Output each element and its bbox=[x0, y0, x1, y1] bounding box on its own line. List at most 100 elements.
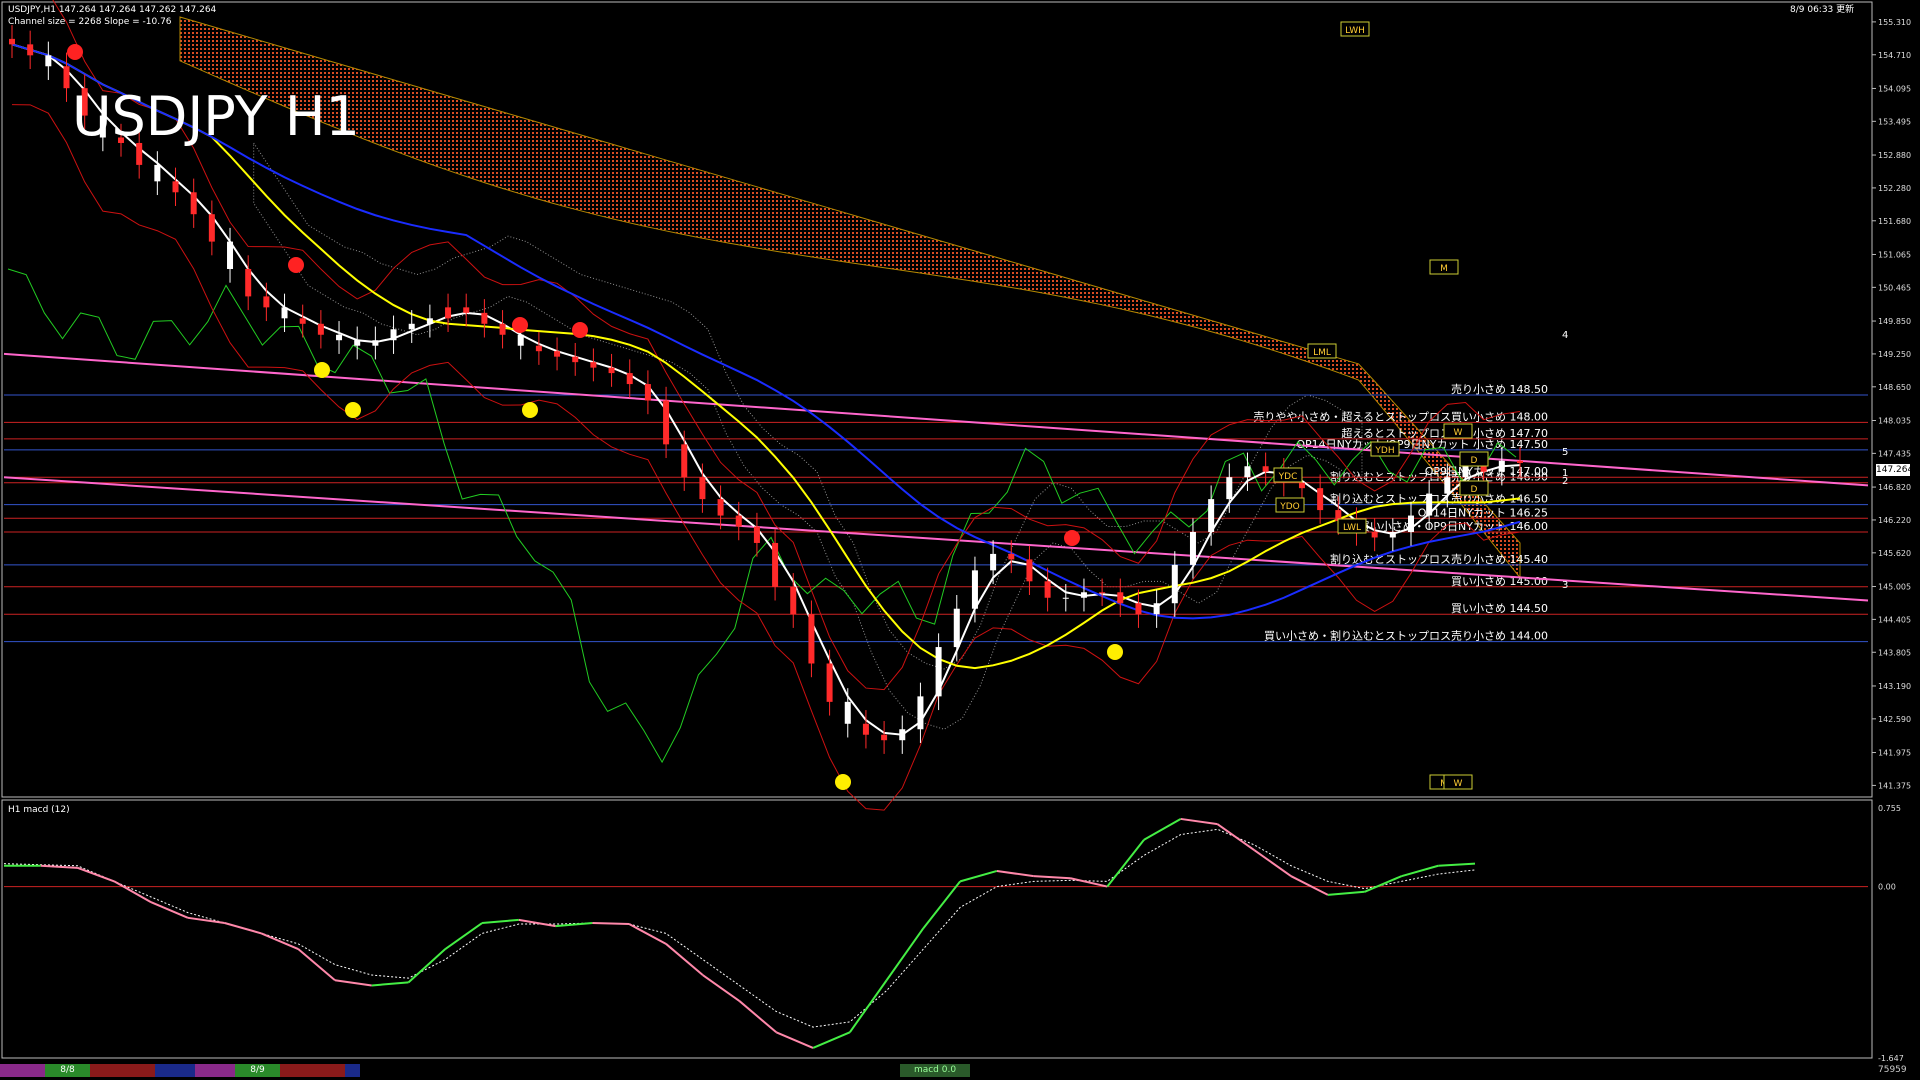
price-level-tag: 売り小さめ 148.50 bbox=[1451, 383, 1548, 396]
arrow-down-icon bbox=[572, 322, 588, 338]
timeline-segment bbox=[345, 1064, 360, 1077]
candle-body bbox=[1371, 532, 1378, 538]
candle-body bbox=[917, 696, 924, 730]
arrow-down-icon bbox=[288, 257, 304, 273]
candle-body bbox=[608, 367, 615, 374]
candle-body bbox=[1462, 466, 1469, 478]
candle-body bbox=[299, 318, 306, 324]
candle-body bbox=[590, 362, 597, 368]
candle-body bbox=[63, 66, 70, 89]
candle-body bbox=[172, 181, 179, 193]
timeline-segment-date-2[interactable]: 8/9 bbox=[235, 1064, 280, 1077]
arrow-up-icon bbox=[522, 402, 538, 418]
arrow-down-icon bbox=[1064, 530, 1080, 546]
timeline-segment bbox=[155, 1064, 195, 1077]
price-tick-label: 142.590 bbox=[1878, 715, 1911, 724]
candle-body bbox=[463, 307, 470, 313]
timeline-segment-date-1[interactable]: 8/8 bbox=[45, 1064, 90, 1077]
candle-body bbox=[808, 614, 815, 664]
arrow-down-icon bbox=[512, 317, 528, 333]
candle-body bbox=[1062, 597, 1069, 599]
price-tick-label: 150.465 bbox=[1878, 283, 1911, 292]
candle-body bbox=[27, 44, 34, 56]
candle-body bbox=[372, 340, 379, 346]
candle-body bbox=[1208, 499, 1215, 532]
price-level-tag: 買い小さめ 144.50 bbox=[1451, 602, 1548, 615]
candle-body bbox=[971, 570, 978, 609]
arrow-up-icon bbox=[314, 362, 330, 378]
price-tick-label: 153.495 bbox=[1878, 117, 1911, 126]
candle-body bbox=[1298, 482, 1305, 489]
candle-body bbox=[1099, 592, 1106, 594]
candle-body bbox=[354, 340, 361, 346]
price-tick-label: 151.065 bbox=[1878, 250, 1911, 259]
price-tick-label: 149.250 bbox=[1878, 350, 1911, 359]
candle-body bbox=[1244, 466, 1251, 478]
macd-panel-title: H1 macd (12) bbox=[8, 805, 70, 815]
chart-window: 155.310 154.710 154.095 153.495 152.880 152.2… bbox=[1, 0, 1911, 1063]
price-tick-label: 143.190 bbox=[1878, 682, 1911, 691]
channel-number: 4 bbox=[1562, 330, 1568, 341]
candle-body bbox=[572, 356, 579, 363]
macd-panel[interactable] bbox=[1, 799, 1873, 1059]
arrow-up-icon bbox=[345, 402, 361, 418]
candle-body bbox=[390, 329, 397, 341]
timeline-segment bbox=[280, 1064, 345, 1077]
marker-label: YDO bbox=[1279, 502, 1300, 512]
candle-body bbox=[408, 323, 415, 330]
marker-label: M bbox=[1440, 264, 1448, 274]
macd-line-segment bbox=[592, 922, 630, 926]
candle-body bbox=[717, 499, 724, 516]
candle-body bbox=[227, 241, 234, 269]
candle-body bbox=[208, 214, 215, 242]
candle-body bbox=[281, 307, 288, 319]
price-tick-label: 143.805 bbox=[1878, 648, 1911, 657]
candle-body bbox=[154, 164, 161, 182]
candle-body bbox=[953, 608, 960, 648]
candle-body bbox=[1189, 532, 1196, 565]
candle-body bbox=[644, 384, 651, 401]
candle-body bbox=[1044, 581, 1051, 598]
candle-body bbox=[1317, 488, 1324, 511]
candle-body bbox=[1153, 603, 1160, 615]
candle-body bbox=[263, 296, 270, 308]
marker-label: YDH bbox=[1374, 446, 1394, 456]
marker-label: D bbox=[1471, 485, 1478, 495]
candle-body bbox=[1407, 515, 1414, 532]
candle-body bbox=[862, 723, 869, 735]
candle-body bbox=[499, 323, 506, 335]
candle-body bbox=[554, 351, 561, 357]
price-level-tag: 買い小さめ・割り込むとストップロス売り小さめ 144.00 bbox=[1264, 629, 1548, 643]
channel-number: 5 bbox=[1562, 447, 1568, 458]
candle-body bbox=[426, 318, 433, 324]
candle-body bbox=[317, 323, 324, 335]
price-tick-label: 152.880 bbox=[1878, 151, 1911, 160]
candle-body bbox=[1480, 466, 1487, 472]
candle-body bbox=[535, 345, 542, 352]
macd-tick-label: 0.00 bbox=[1878, 883, 1896, 892]
price-tick-label: 151.680 bbox=[1878, 217, 1911, 226]
candle-body bbox=[790, 586, 797, 615]
arrow-down-icon bbox=[67, 44, 83, 60]
price-level-tag: OP14日NYカット 146.25 bbox=[1418, 506, 1548, 519]
timeline-segment bbox=[0, 1064, 45, 1077]
candle-body bbox=[753, 526, 760, 543]
marker-label: LWL bbox=[1343, 523, 1361, 533]
channel-number: 2 bbox=[1562, 476, 1568, 487]
candle-body bbox=[1444, 477, 1451, 494]
timeline-segment bbox=[195, 1064, 235, 1077]
candle-body bbox=[699, 477, 706, 500]
candle-body bbox=[1008, 553, 1015, 560]
candle-body bbox=[826, 663, 833, 702]
candle-body bbox=[445, 307, 452, 319]
candle-body bbox=[681, 444, 688, 478]
candle-body bbox=[1080, 592, 1087, 598]
price-tick-label: 152.280 bbox=[1878, 184, 1911, 193]
candle-body bbox=[481, 312, 488, 324]
price-level-tag: OP14日NYカット/OP9日NYカット 小さめ 147.50 bbox=[1296, 438, 1548, 451]
macd-tab[interactable]: macd 0.0 bbox=[900, 1064, 970, 1077]
candle-body bbox=[844, 701, 851, 724]
bar-counter: 75959 bbox=[1878, 1065, 1907, 1075]
price-tick-label: 141.975 bbox=[1878, 749, 1911, 758]
candle-body bbox=[735, 515, 742, 527]
